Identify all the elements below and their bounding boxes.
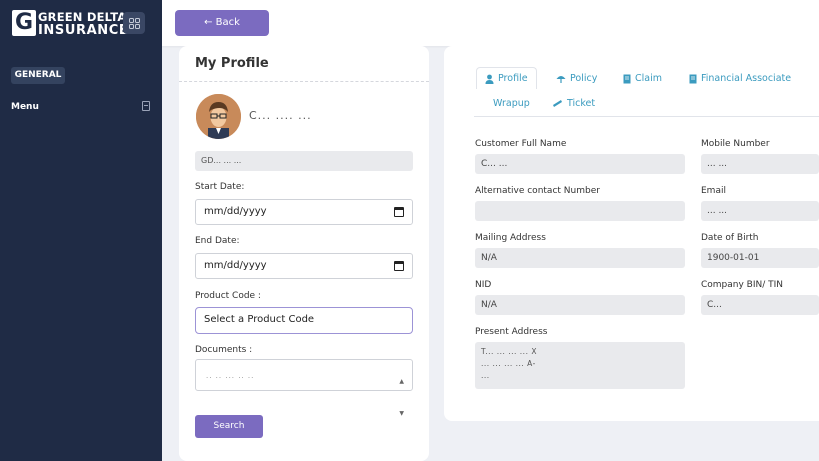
document-icon xyxy=(689,74,697,83)
start-date-input[interactable]: mm/dd/yyyy xyxy=(195,199,413,225)
start-date-placeholder: mm/dd/yyyy xyxy=(204,206,267,217)
tab-claim[interactable]: Claim xyxy=(623,73,662,84)
nid-field: N/A xyxy=(475,295,685,315)
ticket-icon xyxy=(553,100,562,107)
calendar-icon[interactable] xyxy=(394,207,404,217)
documents-select[interactable]: .. .. ... .. .. ▲ ▼ xyxy=(195,359,413,417)
policy-id-field: GD... ... ... xyxy=(195,151,413,171)
end-date-label: End Date: xyxy=(195,236,240,246)
logo-letter: G xyxy=(12,10,36,36)
documents-value: .. .. ... .. .. xyxy=(206,372,255,380)
end-date-placeholder: mm/dd/yyyy xyxy=(204,260,267,271)
top-bar: ← Back xyxy=(162,0,819,46)
product-code-label: Product Code : xyxy=(195,291,261,301)
search-button[interactable]: Search xyxy=(195,415,263,438)
alt-contact-label: Alternative contact Number xyxy=(475,186,600,196)
section-badge-general: GENERAL xyxy=(11,67,65,84)
tab-profile-label: Profile xyxy=(498,73,528,84)
avatar-illustration-icon xyxy=(196,94,241,139)
start-date-label: Start Date: xyxy=(195,182,245,192)
tab-profile[interactable]: Profile xyxy=(476,67,537,89)
email-field: ... ... xyxy=(701,201,819,221)
logo-line-1: GREEN DELTA xyxy=(38,10,127,24)
company-bin-field: C... xyxy=(701,295,819,315)
present-address-line-3: ... xyxy=(481,371,490,380)
sidebar-toggle-icon[interactable] xyxy=(142,101,150,111)
email-label: Email xyxy=(701,186,726,196)
avatar xyxy=(196,94,241,139)
tab-ticket-label: Ticket xyxy=(567,98,596,109)
present-address-label: Present Address xyxy=(475,327,548,337)
tab-financial-associate-label: Financial Associate xyxy=(701,73,792,84)
mobile-number-label: Mobile Number xyxy=(701,139,770,149)
customer-name: C... .... ... xyxy=(249,109,312,122)
dob-label: Date of Birth xyxy=(701,233,759,243)
grid-icon xyxy=(128,17,140,29)
mailing-address-label: Mailing Address xyxy=(475,233,546,243)
company-logo[interactable]: G GREEN DELTA INSURANCE xyxy=(12,10,128,38)
document-icon xyxy=(623,74,631,83)
mailing-address-field: N/A xyxy=(475,248,685,268)
tab-policy[interactable]: Policy xyxy=(556,73,597,84)
tab-financial-associate[interactable]: Financial Associate xyxy=(689,73,791,84)
tab-ticket[interactable]: Ticket xyxy=(552,98,595,109)
apps-grid-button[interactable] xyxy=(123,12,145,34)
alt-contact-field xyxy=(475,201,685,221)
divider xyxy=(179,81,429,82)
product-code-select[interactable]: Select a Product Code xyxy=(195,307,413,334)
details-card: Profile Policy Claim Financial Associate… xyxy=(444,46,819,421)
tab-wrapup[interactable]: Wrapup xyxy=(493,98,530,109)
nid-label: NID xyxy=(475,280,492,290)
present-address-field: T... ... ... ... X ... ... ... ... A- ..… xyxy=(475,342,685,389)
umbrella-icon xyxy=(556,75,566,83)
calendar-icon[interactable] xyxy=(394,261,404,271)
caret-down-icon: ▲ ▼ xyxy=(399,378,405,417)
sidebar: G GREEN DELTA INSURANCE GENERAL Menu xyxy=(0,0,162,461)
page-title: My Profile xyxy=(195,56,269,71)
tabs-divider xyxy=(474,116,819,117)
user-icon xyxy=(485,74,494,84)
company-bin-label: Company BIN/ TIN xyxy=(701,280,784,290)
present-address-line-2: ... ... ... ... A- xyxy=(481,359,536,368)
dob-field: 1900-01-01 xyxy=(701,248,819,268)
mobile-number-field: ... ... xyxy=(701,154,819,174)
tab-policy-label: Policy xyxy=(570,73,598,84)
end-date-input[interactable]: mm/dd/yyyy xyxy=(195,253,413,279)
documents-label: Documents : xyxy=(195,345,253,355)
back-button[interactable]: ← Back xyxy=(175,10,269,36)
sidebar-item-menu[interactable]: Menu xyxy=(11,102,39,112)
tab-claim-label: Claim xyxy=(635,73,662,84)
tab-wrapup-label: Wrapup xyxy=(493,98,530,109)
profile-card: My Profile C... .... ... GD... ... ... S… xyxy=(179,46,429,461)
present-address-line-1: T... ... ... ... X xyxy=(481,347,537,356)
customer-full-name-label: Customer Full Name xyxy=(475,139,567,149)
customer-full-name-field: C... ... xyxy=(475,154,685,174)
logo-line-2: INSURANCE xyxy=(38,23,129,38)
